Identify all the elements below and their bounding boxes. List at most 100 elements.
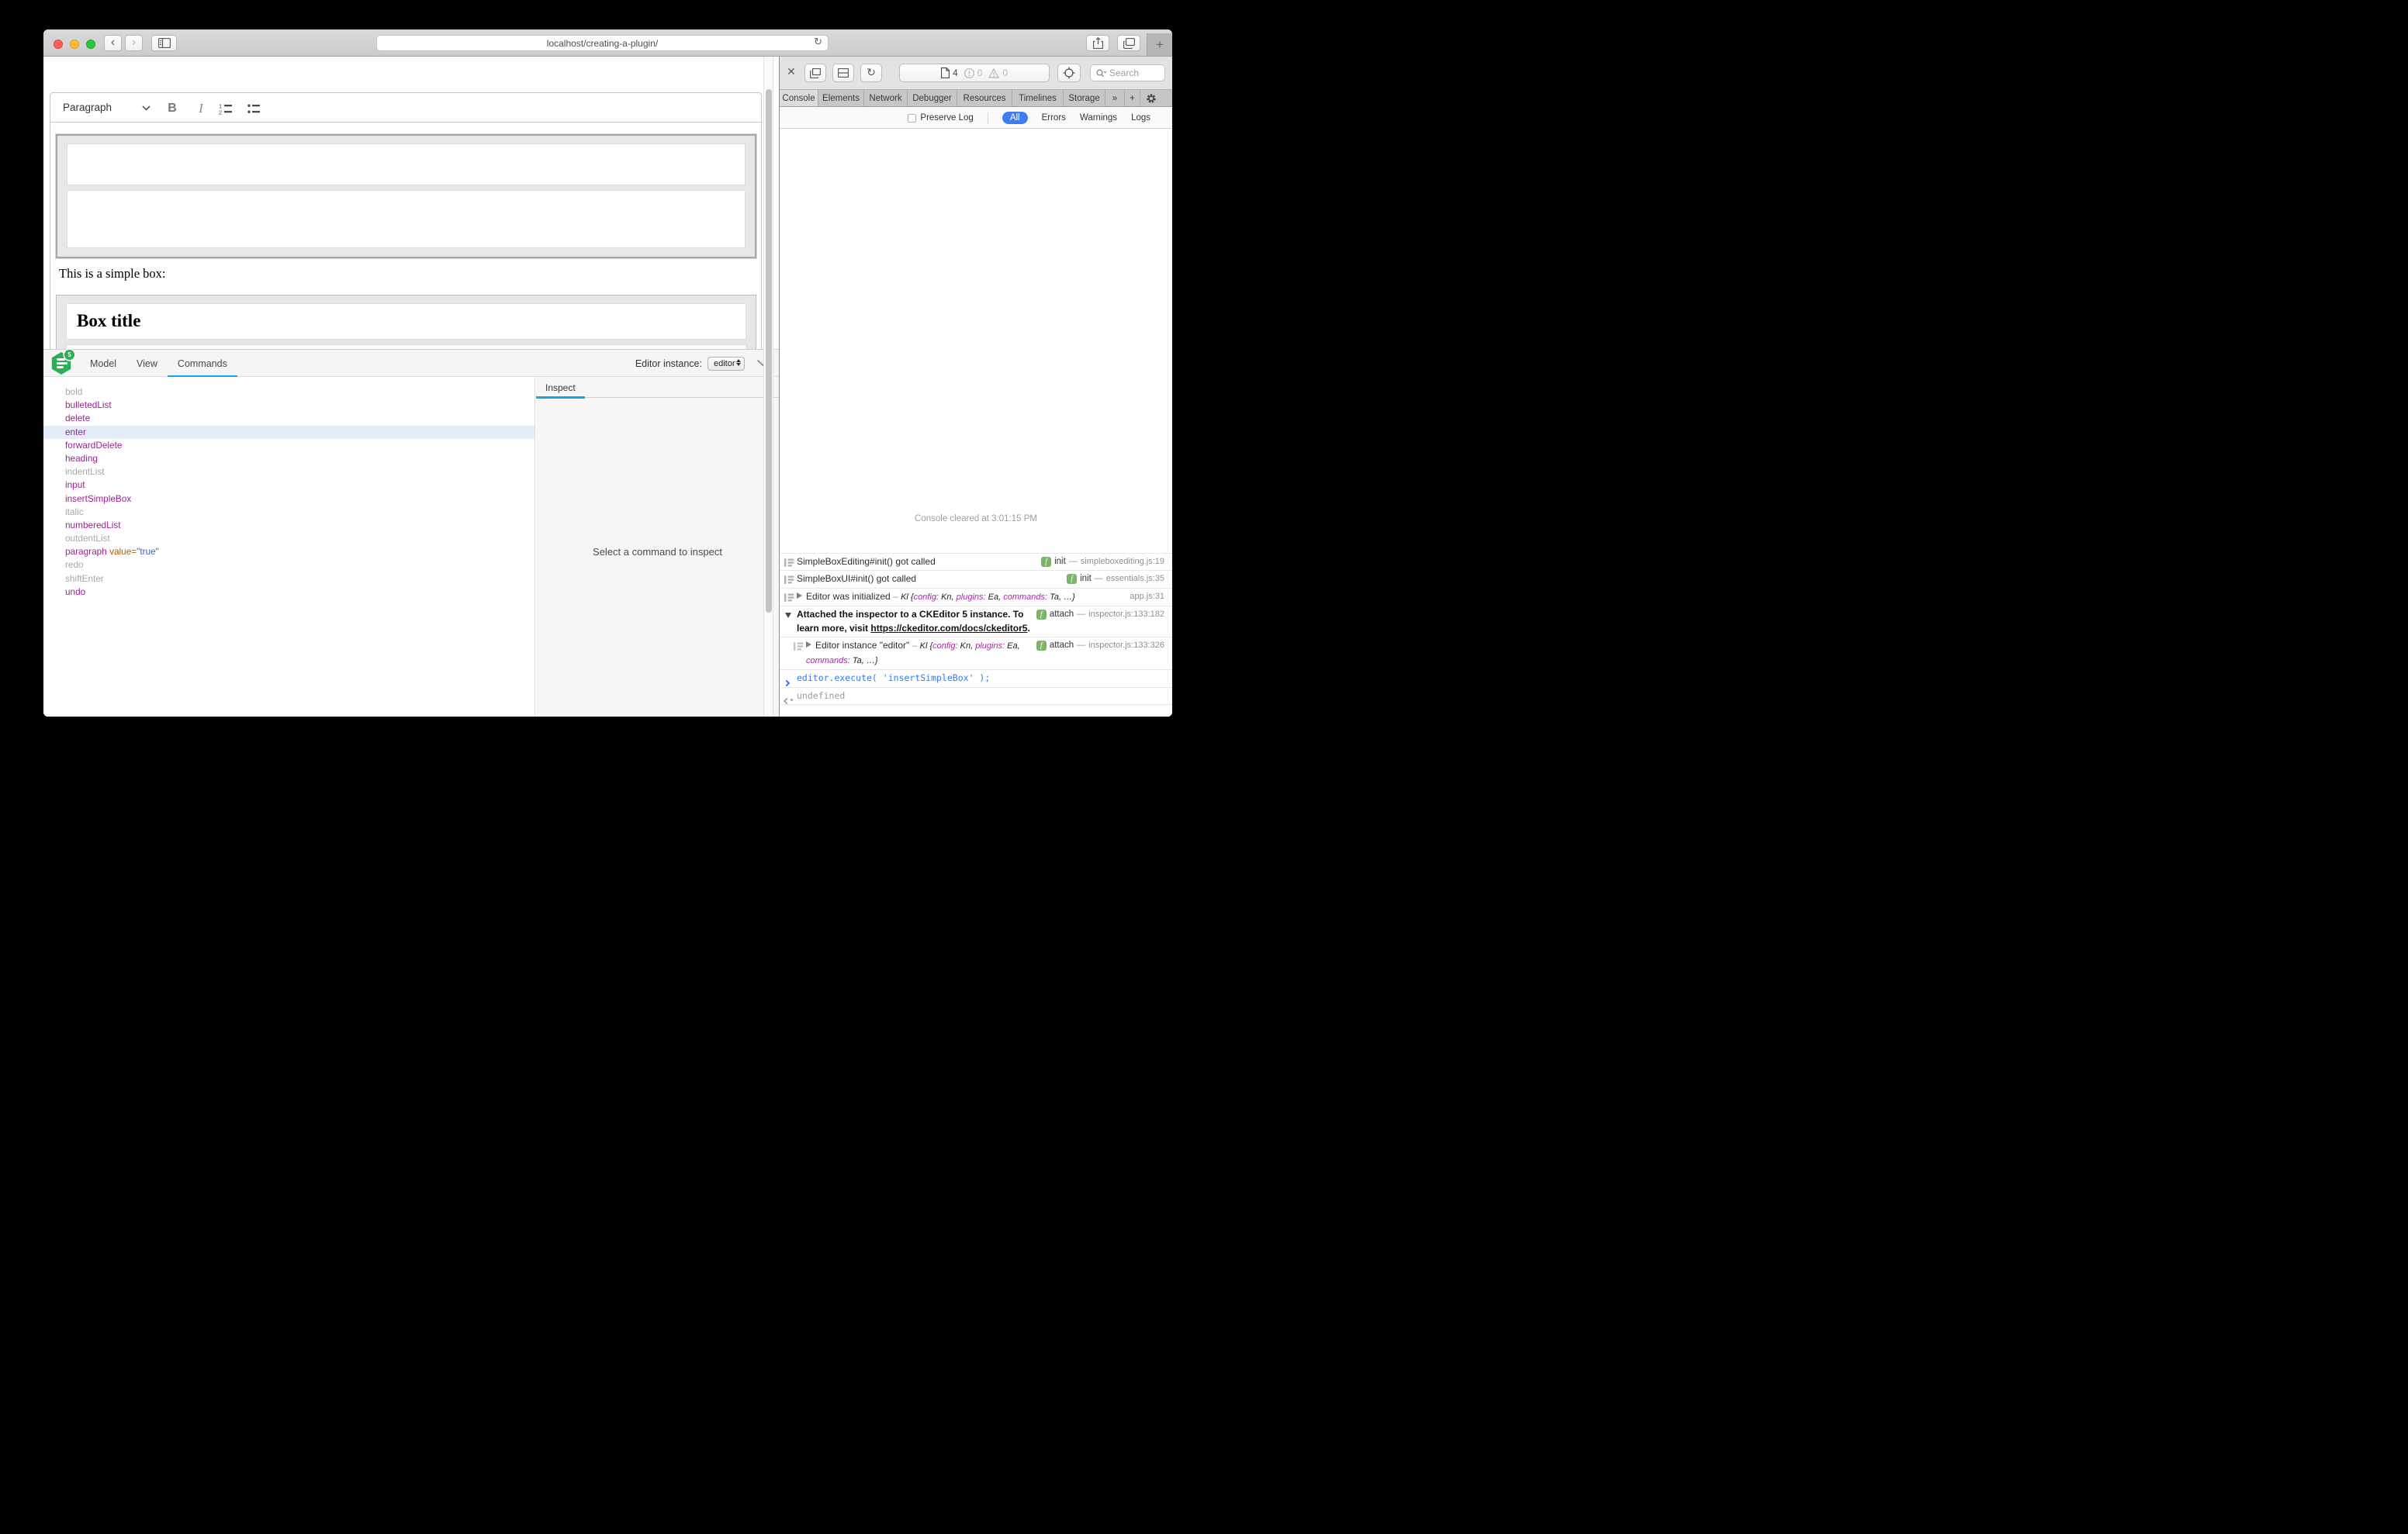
page-scrollbar[interactable] <box>763 57 773 717</box>
web-inspector-toolbar: ✕ ↻ <box>780 57 1172 89</box>
tab-view[interactable]: View <box>126 350 168 377</box>
simple-box-title-field[interactable] <box>67 143 746 185</box>
command-item[interactable]: numberedList <box>43 519 535 532</box>
tab-model[interactable]: Model <box>80 350 126 377</box>
command-item[interactable]: redo <box>43 558 535 572</box>
source-link[interactable]: essentials.js:35 <box>1106 572 1164 586</box>
forward-button[interactable]: › <box>125 35 143 51</box>
command-item[interactable]: heading <box>43 452 535 465</box>
simple-box-widget[interactable]: Box title <box>56 295 756 349</box>
bulleted-list-button[interactable] <box>244 98 264 119</box>
resource-summary-button[interactable]: 4 0 0 <box>899 64 1050 82</box>
command-item[interactable]: italic <box>43 506 535 519</box>
zoom-window-button[interactable] <box>86 40 95 49</box>
reload-icon[interactable]: ↻ <box>814 36 822 48</box>
command-item[interactable]: shiftEnter <box>43 572 535 586</box>
new-tab-button[interactable]: + <box>1147 33 1172 56</box>
property-value: Ta <box>850 656 862 665</box>
page-scrollbar-thumb[interactable] <box>766 89 772 613</box>
filter-logs-button[interactable]: Logs <box>1131 113 1150 123</box>
sidebar-button[interactable] <box>151 35 177 51</box>
italic-button[interactable]: I <box>191 98 211 119</box>
function-name: init <box>1054 555 1066 569</box>
crosshair-icon <box>1063 67 1075 79</box>
tab-inspect[interactable]: Inspect <box>536 377 585 398</box>
add-tab-button[interactable]: + <box>1125 90 1140 106</box>
tab-elements[interactable]: Elements <box>818 90 864 106</box>
paragraph-dropdown-label[interactable]: Paragraph <box>63 102 112 113</box>
source-link[interactable]: inspector.js:133:326 <box>1088 639 1164 653</box>
close-window-button[interactable] <box>54 40 63 49</box>
command-label: numberedList <box>65 520 120 530</box>
tab-commands[interactable]: Commands <box>168 350 237 377</box>
detach-inspector-button[interactable] <box>804 64 826 82</box>
filter-errors-button[interactable]: Errors <box>1042 113 1066 123</box>
ckeditor-docs-link[interactable]: https://ckeditor.com/docs/ckeditor5 <box>870 623 1027 634</box>
share-button[interactable] <box>1086 35 1109 51</box>
close-inspector-button[interactable]: ✕ <box>787 66 796 78</box>
tab-network[interactable]: Network <box>864 90 908 106</box>
command-item[interactable]: delete <box>43 412 535 425</box>
source-link[interactable]: simpleboxediting.js:19 <box>1081 555 1164 569</box>
inspect-empty-message: Select a command to inspect <box>536 546 779 558</box>
console-log-row: SimpleBoxUI#init() got called f init — e… <box>780 570 1172 588</box>
numbered-list-button[interactable]: 12 <box>216 98 236 119</box>
expand-triangle-icon[interactable] <box>797 593 802 599</box>
command-item[interactable]: paragraph value="true" <box>43 545 535 558</box>
command-item[interactable]: input <box>43 479 535 492</box>
simple-box-description-field[interactable] <box>67 190 746 248</box>
command-item[interactable]: insertSimpleBox <box>43 492 535 506</box>
filter-all-button[interactable]: All <box>1002 112 1028 124</box>
tab-resources[interactable]: Resources <box>957 90 1012 106</box>
console-prompt-row[interactable] <box>780 704 1172 717</box>
settings-button[interactable] <box>1140 90 1162 106</box>
expand-triangle-icon[interactable] <box>806 641 811 648</box>
tab-console[interactable]: Console <box>780 90 818 106</box>
log-icon <box>794 642 804 651</box>
source-link[interactable]: app.js:31 <box>1130 590 1164 604</box>
minimize-window-button[interactable] <box>70 40 79 49</box>
simple-box-widget-selected[interactable] <box>56 134 756 258</box>
tab-label: Resources <box>964 94 1006 103</box>
property-key: config: <box>914 593 939 602</box>
preview-tail: , …} <box>862 656 878 665</box>
tab-overflow-button[interactable]: » <box>1105 90 1125 106</box>
command-item[interactable]: outdentList <box>43 532 535 545</box>
box-title-text[interactable]: Box title <box>67 304 746 331</box>
paragraph-text[interactable]: This is a simple box: <box>59 266 166 282</box>
chevron-down-icon[interactable] <box>142 105 150 111</box>
command-item[interactable]: bulletedList <box>43 399 535 412</box>
command-item-selected[interactable]: enter <box>43 426 535 439</box>
reload-page-button[interactable]: ↻ <box>860 64 882 82</box>
preserve-log-control[interactable]: Preserve Log <box>908 113 973 123</box>
class-name: Kl { <box>901 593 914 602</box>
source-link[interactable]: inspector.js:133:182 <box>1088 608 1164 622</box>
collapse-triangle-icon[interactable] <box>785 613 791 618</box>
command-item[interactable]: undo <box>43 586 535 599</box>
gear-icon <box>1146 93 1157 104</box>
console-log-row: SimpleBoxEditing#init() got called f ini… <box>780 553 1172 571</box>
command-item[interactable]: bold <box>43 385 535 399</box>
preserve-log-checkbox[interactable] <box>908 114 916 123</box>
simple-box-title-field[interactable]: Box title <box>66 303 746 340</box>
inspect-tab-strip: Inspect <box>536 377 779 398</box>
bulleted-list-icon <box>247 103 261 115</box>
address-bar[interactable]: localhost/creating-a-plugin/ ↻ <box>376 35 829 51</box>
command-label: insertSimpleBox <box>65 493 131 504</box>
tab-debugger[interactable]: Debugger <box>908 90 957 106</box>
tab-overview-button[interactable] <box>1117 35 1140 51</box>
editor-content-area[interactable]: This is a simple box: Box title <box>50 123 762 349</box>
bold-button[interactable]: B <box>162 98 182 119</box>
editor-instance-select[interactable]: editor <box>708 357 745 371</box>
element-picker-button[interactable] <box>1057 64 1081 82</box>
back-button[interactable]: ‹ <box>104 35 122 51</box>
search-field[interactable]: Search <box>1090 64 1165 81</box>
command-item[interactable]: forwardDelete <box>43 439 535 452</box>
log-source: f attach — inspector.js:133:182 <box>1036 608 1164 622</box>
separator: — <box>1069 555 1078 569</box>
filter-warnings-button[interactable]: Warnings <box>1080 113 1117 123</box>
command-item[interactable]: indentList <box>43 465 535 479</box>
tab-timelines[interactable]: Timelines <box>1012 90 1064 106</box>
dock-side-button[interactable] <box>832 64 854 82</box>
tab-storage[interactable]: Storage <box>1064 90 1105 106</box>
